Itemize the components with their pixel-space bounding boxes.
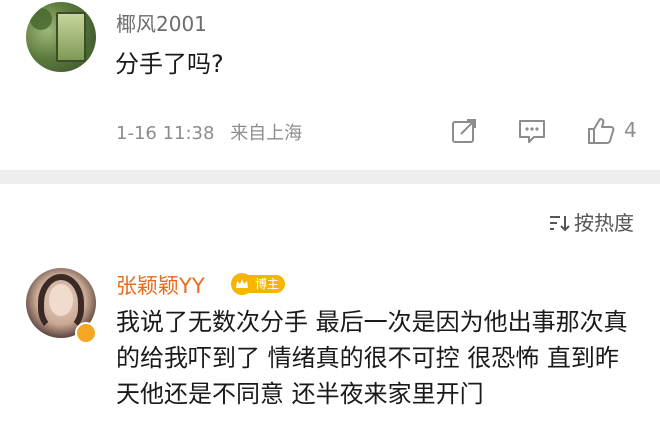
avatar-foliage — [30, 8, 52, 30]
comment-button[interactable] — [517, 116, 547, 146]
avatar-doorway — [56, 12, 86, 62]
like-count: 4 — [624, 118, 637, 142]
like-button[interactable] — [586, 116, 616, 146]
comment-location: 来自上海 — [230, 123, 303, 144]
blogger-username[interactable]: 张颖颖YY — [116, 270, 205, 300]
crown-icon — [231, 273, 253, 295]
blogger-badge: 博主 — [231, 273, 286, 295]
verified-badge-icon — [75, 322, 97, 344]
comment-timestamp: 1-16 11:38 — [116, 123, 215, 144]
forward-button[interactable] — [449, 116, 479, 146]
comment-text: 分手了吗? — [115, 50, 224, 78]
sort-icon — [550, 216, 570, 232]
top-comment-card: 椰风2001 分手了吗? 1-16 11:38 来自上海 4 — [0, 0, 660, 170]
forward-icon — [452, 119, 476, 143]
section-divider — [0, 170, 660, 184]
commenter-avatar[interactable] — [26, 2, 96, 72]
sort-label: 按热度 — [574, 211, 634, 235]
comment-icon — [519, 120, 545, 143]
sort-toggle[interactable]: 按热度 — [548, 207, 634, 236]
avatar-face — [49, 284, 73, 316]
comment-meta: 1-16 11:38 来自上海 — [116, 119, 312, 145]
like-icon — [588, 118, 615, 144]
reply-text: 我说了无数次分手 最后一次是因为他出事那次真的给我吓到了 情绪真的很不可控 很恐… — [116, 308, 628, 408]
commenter-username[interactable]: 椰风2001 — [116, 8, 207, 37]
